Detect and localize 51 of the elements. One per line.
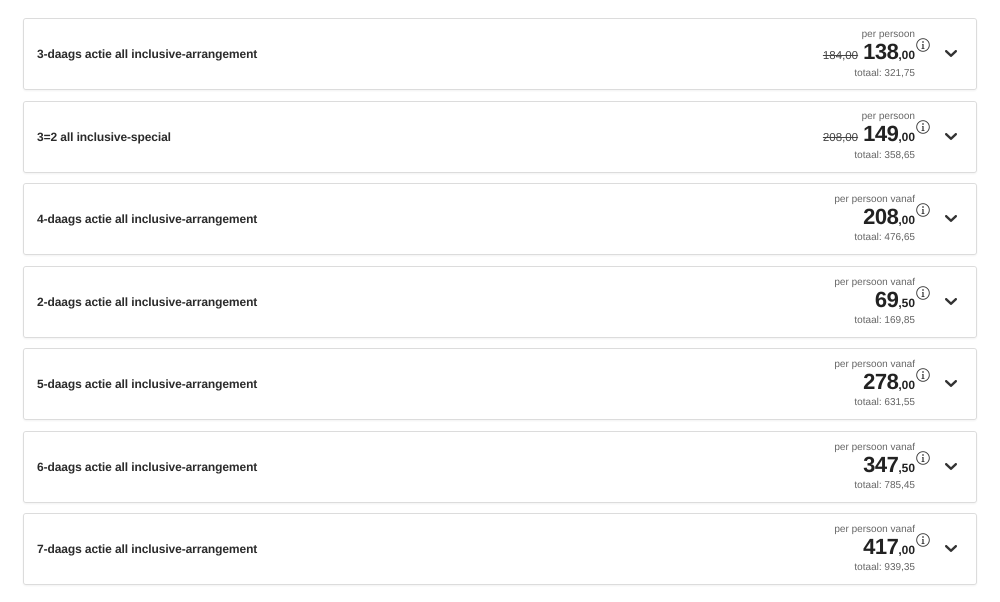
price-decimals: ,00 bbox=[898, 48, 915, 64]
info-icon[interactable] bbox=[916, 120, 930, 134]
price-label: per persoon vanaf bbox=[834, 276, 915, 288]
chevron-down-icon[interactable] bbox=[944, 379, 958, 389]
old-price: 208,00 bbox=[822, 131, 858, 146]
price-decimals: ,00 bbox=[898, 213, 915, 229]
chevron-down-icon[interactable] bbox=[944, 49, 958, 59]
price-amount: 149 bbox=[863, 123, 898, 145]
info-icon[interactable] bbox=[916, 286, 930, 300]
old-price: 184,00 bbox=[822, 48, 858, 64]
price-label: per persoon vanaf bbox=[834, 524, 915, 536]
package-title: 2-daags actie all inclusive-arrangement bbox=[37, 294, 258, 310]
package-title: 4-daags actie all inclusive-arrangement bbox=[37, 211, 258, 228]
package-title: 5-daags actie all inclusive-arrangement bbox=[37, 376, 258, 393]
price-amount: 278 bbox=[863, 371, 898, 393]
package-title: 3=2 all inclusive-special bbox=[37, 128, 171, 146]
chevron-down-icon[interactable] bbox=[944, 544, 958, 554]
info-icon[interactable] bbox=[916, 533, 930, 547]
total-price: totaal: 631,55 bbox=[853, 396, 915, 409]
chevron-down-icon[interactable] bbox=[944, 462, 958, 472]
price-amount: 417 bbox=[863, 536, 898, 558]
price-decimals: ,00 bbox=[898, 542, 915, 559]
package-title: 3-daags actie all inclusive-arrangement bbox=[37, 46, 258, 63]
info-icon[interactable] bbox=[916, 38, 930, 52]
price-label: per persoon vanaf bbox=[834, 442, 915, 454]
price-label: per persoon bbox=[860, 28, 915, 40]
price-decimals: ,00 bbox=[898, 129, 915, 146]
price-amount: 208 bbox=[863, 206, 898, 228]
total-price: totaal: 358,65 bbox=[853, 149, 915, 162]
info-icon[interactable] bbox=[916, 450, 930, 464]
price-amount: 138 bbox=[863, 40, 898, 62]
package-title: 7-daags actie all inclusive-arrangement bbox=[37, 541, 258, 558]
price-amount: 347 bbox=[863, 454, 898, 476]
chevron-down-icon[interactable] bbox=[944, 132, 958, 142]
price-label: per persoon bbox=[860, 111, 915, 123]
total-price: totaal: 939,35 bbox=[853, 561, 915, 574]
total-price: totaal: 476,65 bbox=[853, 231, 915, 244]
price-decimals: ,00 bbox=[898, 378, 915, 394]
total-price: totaal: 785,45 bbox=[853, 478, 915, 492]
price-decimals: ,50 bbox=[898, 460, 915, 476]
info-icon[interactable] bbox=[916, 368, 930, 382]
chevron-down-icon[interactable] bbox=[944, 296, 958, 306]
price-decimals: ,50 bbox=[898, 294, 915, 312]
price-amount: 69 bbox=[874, 288, 898, 310]
price-label: per persoon vanaf bbox=[834, 359, 915, 371]
total-price: totaal: 321,75 bbox=[853, 66, 915, 80]
chevron-down-icon[interactable] bbox=[944, 214, 958, 224]
price-label: per persoon vanaf bbox=[834, 194, 915, 206]
total-price: totaal: 169,85 bbox=[853, 314, 915, 326]
package-title: 6-daags actie all inclusive-arrangement bbox=[37, 458, 258, 476]
info-icon[interactable] bbox=[916, 203, 930, 217]
